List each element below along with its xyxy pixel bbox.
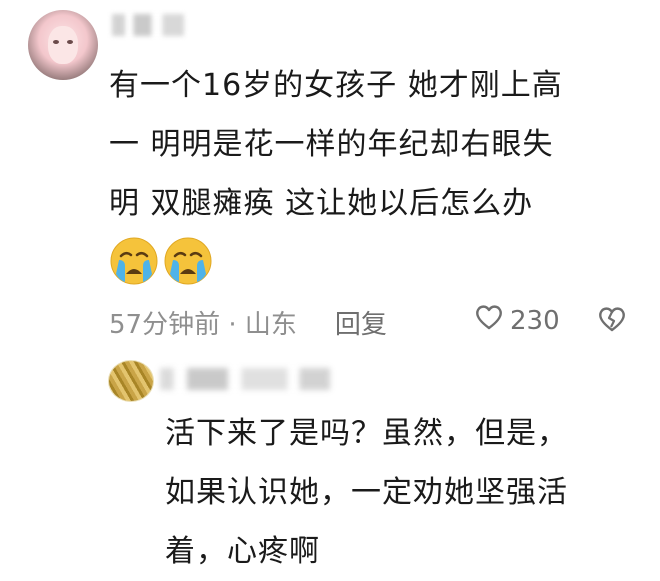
like-count: 230 <box>510 305 560 336</box>
comment-time-location: 57分钟前 · 山东 <box>109 309 297 340</box>
comment-line-3: 明 双腿瘫痪 这让她以后怎么办 <box>109 186 534 221</box>
comment-avatar[interactable] <box>28 10 98 80</box>
comment-username-blurred[interactable] <box>112 14 184 36</box>
reply-avatar[interactable] <box>108 360 154 402</box>
comment-text: 有一个16岁的女孩子 她才刚上高 一 明明是花一样的年纪却右眼失 明 双腿瘫痪 … <box>109 56 629 233</box>
reply-button[interactable]: 回复 <box>335 304 387 341</box>
heart-icon <box>474 303 504 338</box>
reply-username-blurred[interactable] <box>160 368 330 390</box>
reply-line-1: 活下来了是吗？虽然，但是， <box>165 416 568 451</box>
crying-face-icon <box>163 236 213 286</box>
crying-face-icon <box>109 236 159 286</box>
emoji-row <box>109 236 213 286</box>
comment-meta-row: 57分钟前 · 山东 回复 230 <box>109 300 629 344</box>
reply-line-2: 如果认识她，一定劝她坚强活 <box>165 475 568 510</box>
like-button[interactable]: 230 <box>474 303 560 338</box>
reply-text: 活下来了是吗？虽然，但是， 如果认识她，一定劝她坚强活 着，心疼啊 <box>165 404 635 581</box>
reply-line-3: 着，心疼啊 <box>165 534 320 569</box>
broken-heart-icon[interactable] <box>597 305 627 340</box>
comment-line-1: 有一个16岁的女孩子 她才刚上高 <box>109 68 563 103</box>
comment-line-2: 一 明明是花一样的年纪却右眼失 <box>109 127 554 162</box>
